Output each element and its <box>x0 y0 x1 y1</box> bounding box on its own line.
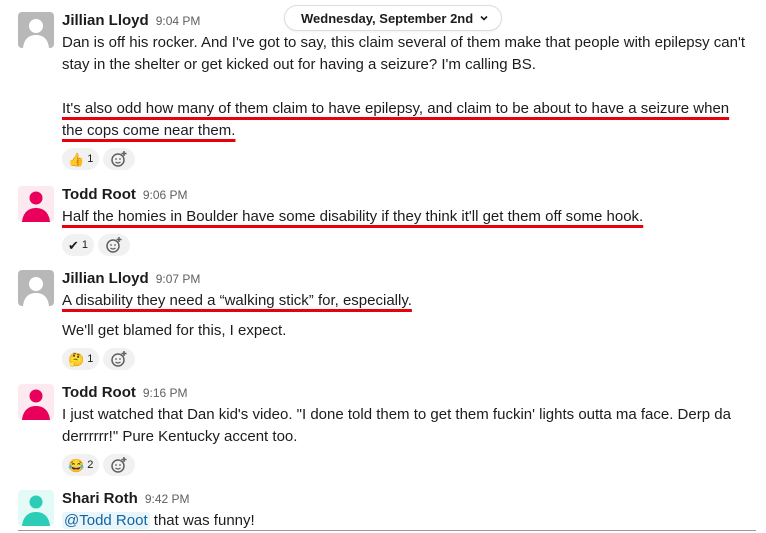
sender-name[interactable]: Todd Root <box>62 186 136 203</box>
sender-name[interactable]: Todd Root <box>62 384 136 401</box>
add-emoji-icon <box>106 237 122 253</box>
message-text: I just watched that Dan kid's video. "I … <box>62 404 752 448</box>
default-user-icon <box>18 12 54 48</box>
message-paragraph-highlighted: Half the homies in Boulder have some dis… <box>62 208 644 225</box>
message-paragraph-highlighted: A disability they need a “walking stick”… <box>62 292 412 309</box>
avatar[interactable] <box>18 384 54 420</box>
avatar[interactable] <box>18 186 54 222</box>
user-mention-link[interactable]: @Todd Root <box>62 512 150 529</box>
thinking-face-icon: 🤔 <box>68 351 85 367</box>
add-reaction-button[interactable] <box>103 148 136 170</box>
person-icon <box>18 490 54 526</box>
timestamp[interactable]: 9:16 PM <box>143 386 188 400</box>
message-paragraph-highlighted: It's also odd how many of them claim to … <box>62 100 730 139</box>
message-text: A disability they need a “walking stick”… <box>62 290 752 342</box>
laughing-face-icon: 😂 <box>68 457 85 473</box>
message-paragraph: I just watched that Dan kid's video. "I … <box>62 406 731 445</box>
reaction-laughing[interactable]: 😂 2 <box>62 454 100 476</box>
sender-name[interactable]: Jillian Lloyd <box>62 270 149 287</box>
reactions-bar: ✔ 1 <box>62 234 752 256</box>
avatar[interactable] <box>18 490 54 526</box>
add-reaction-button[interactable] <box>103 454 136 476</box>
divider <box>18 530 756 531</box>
reaction-count: 1 <box>87 353 94 365</box>
reaction-count: 2 <box>87 459 94 471</box>
timestamp[interactable]: 9:42 PM <box>145 492 190 506</box>
person-icon <box>18 186 54 222</box>
message-text: Dan is off his rocker. And I've got to s… <box>62 32 752 142</box>
add-emoji-icon <box>111 151 127 167</box>
sender-name[interactable]: Shari Roth <box>62 490 138 507</box>
message-paragraph: We'll get blamed for this, I expect. <box>62 322 287 339</box>
avatar[interactable] <box>18 270 54 306</box>
reaction-count: 1 <box>87 153 94 165</box>
message-paragraph: Dan is off his rocker. And I've got to s… <box>62 34 746 73</box>
reaction-count: 1 <box>81 239 89 251</box>
default-user-icon <box>18 270 54 306</box>
sender-name[interactable]: Jillian Lloyd <box>62 12 149 29</box>
reactions-bar: 👍 1 <box>62 148 752 170</box>
add-reaction-button[interactable] <box>103 348 136 370</box>
add-reaction-button[interactable] <box>98 234 131 256</box>
reaction-thinking[interactable]: 🤔 1 <box>62 348 100 370</box>
avatar[interactable] <box>18 12 54 48</box>
add-emoji-icon <box>111 457 127 473</box>
reactions-bar: 😂 2 <box>62 454 752 476</box>
reaction-thumbs-up[interactable]: 👍 1 <box>62 148 100 170</box>
person-icon <box>18 384 54 420</box>
reaction-checkmark[interactable]: ✔ 1 <box>62 234 95 256</box>
timestamp[interactable]: 9:06 PM <box>143 188 188 202</box>
timestamp[interactable]: 9:07 PM <box>156 272 201 286</box>
message-text: @Todd Root that was funny! <box>62 510 752 532</box>
thumbs-up-icon: 👍 <box>68 151 85 167</box>
message-paragraph: that was funny! <box>149 512 255 529</box>
checkmark-icon: ✔ <box>68 237 79 253</box>
message-text: Half the homies in Boulder have some dis… <box>62 206 752 228</box>
reactions-bar: 🤔 1 <box>62 348 752 370</box>
add-emoji-icon <box>111 351 127 367</box>
timestamp[interactable]: 9:04 PM <box>156 14 201 28</box>
